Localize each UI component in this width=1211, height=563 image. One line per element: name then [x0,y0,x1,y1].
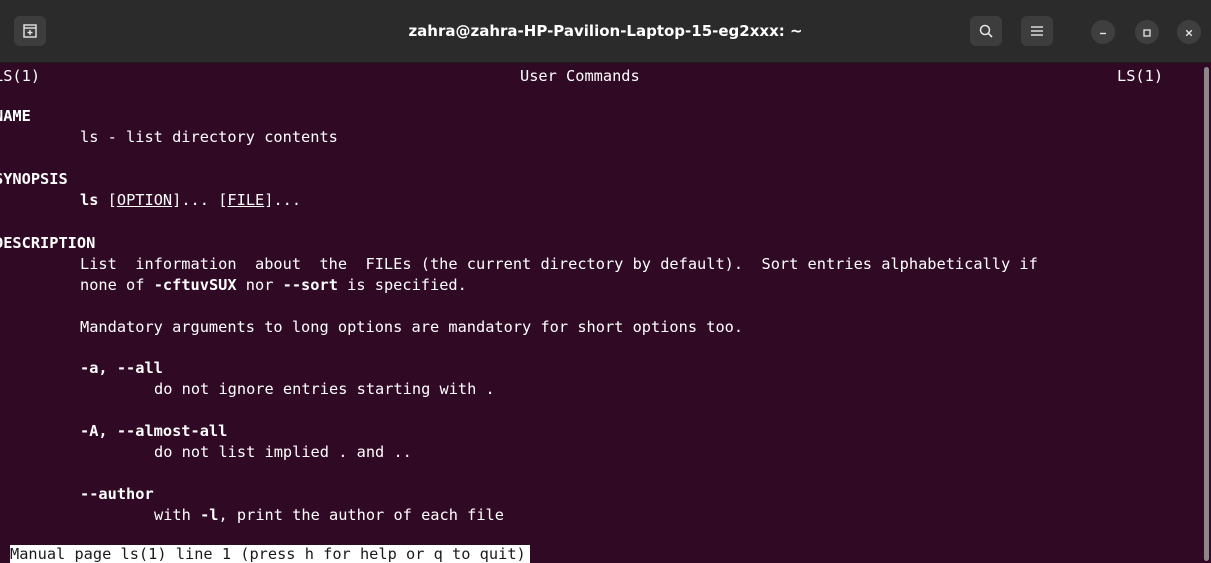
mandatory-note: Mandatory arguments to long options are … [80,318,744,336]
menu-button[interactable] [1021,16,1053,46]
terminal-window: zahra@zahra-HP-Pavilion-Laptop-15-eg2xxx… [0,0,1211,563]
option-author-flags: --author [80,485,154,503]
close-icon [1184,23,1194,42]
description-sort-flag: --sort [282,276,338,294]
pager-status-line: Manual page ls(1) line 1 (press h for he… [10,545,530,563]
hamburger-menu-icon [1030,25,1044,37]
description-text: is specified. [337,276,467,294]
maximize-icon [1142,23,1152,42]
terminal-scrollbar[interactable] [1200,63,1211,563]
minimize-icon [1098,23,1108,42]
terminal-output[interactable]: LS(1) User Commands LS(1) NAME ls - list… [0,63,1200,563]
new-tab-icon [22,23,38,39]
name-text: ls - list directory contents [80,128,338,146]
section-synopsis-heading: SYNOPSIS [0,170,68,188]
man-header-center: User Commands [520,67,640,85]
description-line-2: none of -cftuvSUX nor --sort is specifie… [80,275,467,295]
synopsis-bracket: [ [107,191,117,209]
new-tab-button[interactable] [14,16,46,46]
synopsis-option: OPTION [116,191,173,209]
description-flags: -cftuvSUX [153,276,237,294]
synopsis-bracket: ]... [172,191,219,209]
synopsis-command: ls [80,191,99,209]
synopsis-line: ls [OPTION]... [FILE]... [80,190,301,210]
option-author-text: with [154,506,201,524]
option-A-description: do not list implied . and .. [154,443,412,461]
close-button[interactable] [1177,20,1201,44]
option-A-flags: -A, --almost-all [80,422,228,440]
synopsis-bracket: ]... [264,191,302,209]
search-button[interactable] [970,16,1002,46]
scrollbar-thumb[interactable] [1204,67,1209,561]
option-author-text: , print the author of each file [218,506,504,524]
option-a-flags: -a, --all [80,359,163,377]
section-description-heading: DESCRIPTION [0,234,96,252]
synopsis-file: FILE [227,191,265,209]
title-bar[interactable]: zahra@zahra-HP-Pavilion-Laptop-15-eg2xxx… [0,0,1211,63]
man-header-left: LS(1) [0,67,41,85]
option-author-flag: -l [200,506,219,524]
section-name-heading: NAME [0,107,31,125]
option-a-description: do not ignore entries starting with . [154,380,495,398]
option-author-description: with -l, print the author of each file [154,505,504,525]
description-text: nor [236,276,283,294]
description-line-1: List information about the FILEs (the cu… [80,255,1038,273]
man-header-right: LS(1) [1117,67,1164,85]
maximize-button[interactable] [1135,20,1159,44]
search-icon [978,23,994,39]
description-text: none of [80,276,154,294]
minimize-button[interactable] [1091,20,1115,44]
